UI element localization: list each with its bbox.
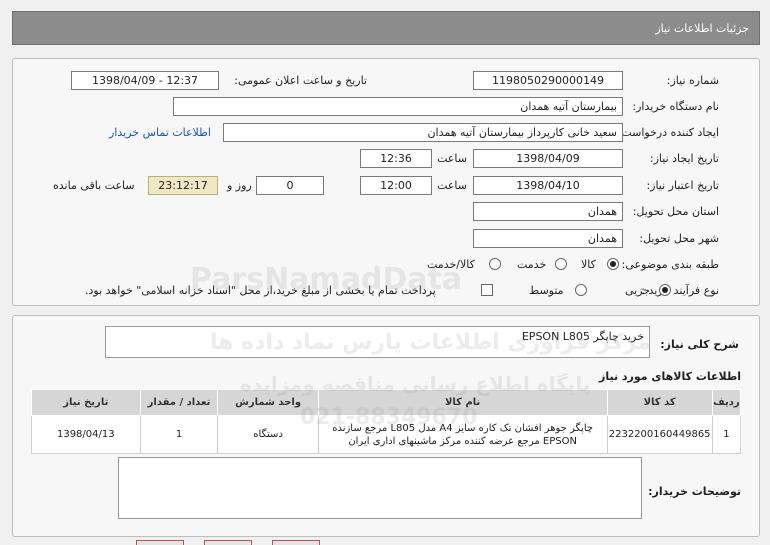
footer-button-3[interactable]	[272, 540, 320, 545]
treasury-payment-checkbox[interactable]	[481, 284, 493, 296]
col-index: ردیف	[711, 389, 742, 416]
goods-table: ردیف کد کالا نام کالا واحد شمارش تعداد /…	[31, 389, 742, 454]
col-code: کد کالا	[606, 389, 713, 416]
validity-date-field: 1398/04/10	[473, 176, 623, 195]
col-date: تاریخ نیاز	[31, 389, 141, 416]
goods-table-header: ردیف کد کالا نام کالا واحد شمارش تعداد /…	[31, 389, 742, 416]
validity-time-label: ساعت	[437, 179, 467, 192]
announce-datetime-label: تاریخ و ساعت اعلان عمومی:	[234, 74, 367, 87]
category-goods-service-radio[interactable]	[489, 258, 501, 270]
buyer-notes-field	[118, 457, 642, 519]
table-row: 1 2232200160449865 چاپگر جوهر افشان تک ک…	[31, 415, 742, 454]
remaining-time-field: 23:12:17	[148, 176, 218, 195]
page-header: جزئیات اطلاعات نیاز	[12, 11, 760, 45]
validity-date-label: تاریخ اعتبار نیاز:	[646, 179, 719, 192]
description-label: شرح کلی نیاز:	[660, 338, 739, 351]
need-details-panel: شماره نیاز: 1198050290000149 تاریخ و ساع…	[12, 58, 760, 306]
remaining-days-field: 0	[256, 176, 324, 195]
row-code: 2232200160449865	[606, 415, 713, 454]
process-label: نوع فرآیند خرید :	[641, 284, 719, 297]
city-label: شهر محل تحویل:	[639, 232, 719, 245]
col-unit: واحد شمارش	[217, 389, 319, 416]
row-name: چاپگر جوهر افشان تک کاره سایز A4 مدل L80…	[317, 415, 608, 454]
category-service-label: خدمت	[517, 258, 547, 271]
created-time-label: ساعت	[437, 152, 467, 165]
footer-button-2[interactable]	[204, 540, 252, 545]
category-goods-radio[interactable]	[607, 258, 619, 270]
created-date-field: 1398/04/09	[473, 149, 623, 168]
treasury-payment-note: پرداخت تمام یا بخشی از مبلغ خرید،از محل …	[85, 284, 436, 297]
need-number-label: شماره نیاز:	[666, 74, 719, 87]
created-date-label: تاریخ ایجاد نیاز:	[649, 152, 719, 165]
category-goods-label: کالا	[581, 258, 596, 271]
buyer-org-field: بیمارستان آتیه همدان	[173, 97, 623, 116]
row-qty: 1	[139, 415, 219, 454]
page-title: جزئیات اطلاعات نیاز	[655, 22, 749, 35]
goods-panel: شرح کلی نیاز: خرید چاپگر EPSON L805 اطلا…	[12, 315, 760, 537]
row-date: 1398/04/13	[31, 415, 141, 454]
need-number-field: 1198050290000149	[473, 71, 623, 90]
city-field: همدان	[473, 229, 623, 248]
col-name: نام کالا	[317, 389, 608, 416]
process-minor-label: جزیی	[625, 284, 651, 297]
row-index: 1	[711, 415, 742, 454]
province-label: استان محل تحویل:	[632, 205, 719, 218]
process-minor-radio[interactable]	[659, 284, 671, 296]
province-field: همدان	[473, 202, 623, 221]
goods-section-title: اطلاعات کالاهای مورد نیاز	[599, 370, 741, 383]
process-medium-label: متوسط	[529, 284, 564, 297]
category-label: طبقه بندی موضوعی:	[621, 258, 719, 271]
col-qty: تعداد / مقدار	[139, 389, 219, 416]
category-goods-service-label: کالا/خدمت	[427, 258, 475, 271]
buyer-contact-link[interactable]: اطلاعات تماس خریدار	[109, 126, 211, 139]
description-field: خرید چاپگر EPSON L805	[105, 326, 650, 358]
process-medium-radio[interactable]	[575, 284, 587, 296]
remaining-time-label: ساعت باقی مانده	[53, 179, 135, 192]
requester-field: سعید خانی کارپرداز بیمارستان آتیه همدان	[223, 123, 623, 142]
requester-label: ایجاد کننده درخواست:	[617, 126, 719, 139]
buyer-org-label: نام دستگاه خریدار:	[632, 100, 719, 113]
announce-datetime-field: 1398/04/09 - 12:37	[71, 71, 219, 90]
buyer-notes-label: توضیحات خریدار:	[648, 485, 741, 498]
category-service-radio[interactable]	[555, 258, 567, 270]
created-time-field: 12:36	[360, 149, 432, 168]
row-unit: دستگاه	[217, 415, 319, 454]
remaining-days-label: روز و	[227, 179, 252, 192]
validity-time-field: 12:00	[360, 176, 432, 195]
footer-button-1[interactable]	[136, 540, 184, 545]
